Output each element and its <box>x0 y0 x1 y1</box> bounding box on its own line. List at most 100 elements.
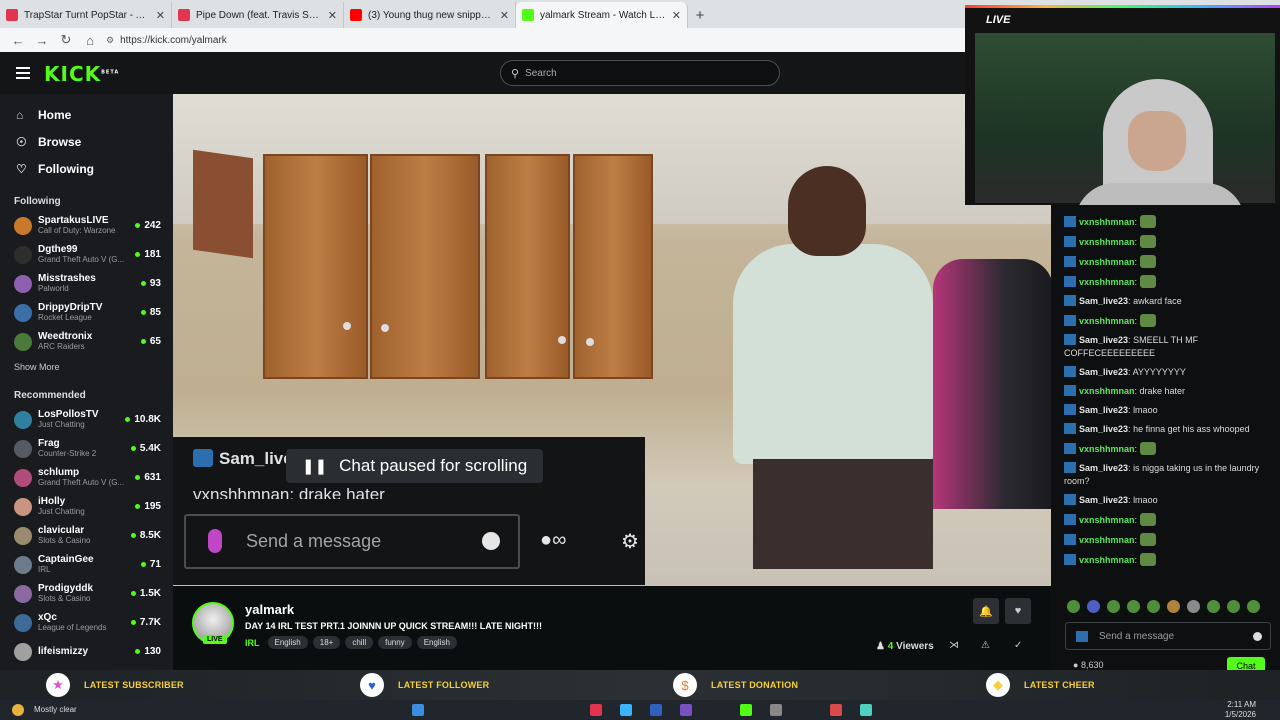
microphone-icon[interactable] <box>208 529 222 553</box>
notification-bell-button[interactable]: 🔔 <box>973 598 999 624</box>
chat-username[interactable]: vxnshhmnan <box>1079 257 1135 267</box>
category-link[interactable]: IRL <box>245 638 260 648</box>
home-icon[interactable]: ⌂ <box>78 33 102 48</box>
settings-gear-icon[interactable]: ⚙ <box>621 529 639 554</box>
chat-message: Sam_live23: lmaoo <box>1051 402 1280 421</box>
sidebar-channel[interactable]: clavicular Slots & Casino 8.5K <box>0 521 173 550</box>
chat-username[interactable]: Sam_live23 <box>1079 463 1128 473</box>
chat-username[interactable]: Sam_live23 <box>1079 367 1128 377</box>
chat-username[interactable]: Sam_live23 <box>1079 335 1128 345</box>
chat-username[interactable]: Sam_live23 <box>1079 495 1128 505</box>
site-info-icon[interactable]: ⚙ <box>106 35 114 46</box>
sidebar-channel[interactable]: LosPollosTV Just Chatting 10.8K <box>0 405 173 434</box>
chat-username[interactable]: vxnshhmnan <box>1079 555 1135 565</box>
sidebar-nav-home[interactable]: ⌂ Home <box>0 101 173 128</box>
sidebar-channel[interactable]: Misstrashes Palworld 93 <box>0 269 173 298</box>
chat-message-input[interactable]: Send a message <box>1065 622 1271 650</box>
taskbar-app-icon[interactable] <box>740 704 752 716</box>
taskbar-app-icon[interactable] <box>680 704 692 716</box>
browser-tab[interactable]: Pipe Down (feat. Travis Scott) - So ✕ <box>172 2 344 28</box>
show-more-link[interactable]: Show More <box>0 362 173 372</box>
browser-tab[interactable]: TrapStar Turnt PopStar - Album ✕ <box>0 2 172 28</box>
emote-icon[interactable] <box>1227 600 1240 613</box>
stream-tag[interactable]: chill <box>345 636 374 649</box>
taskbar-app-icon[interactable] <box>830 704 842 716</box>
emoji-icon[interactable] <box>1253 632 1262 641</box>
stream-tag[interactable]: English <box>416 636 457 649</box>
forward-icon[interactable]: → <box>30 33 54 48</box>
sidebar-nav-browse[interactable]: ☉ Browse <box>0 128 173 155</box>
menu-icon[interactable] <box>16 67 30 79</box>
emoji-icon[interactable] <box>482 532 500 550</box>
chat-username[interactable]: vxnshhmnan <box>1079 515 1135 525</box>
taskbar-app-icon[interactable] <box>860 704 872 716</box>
sidebar-channel[interactable]: schlump Grand Theft Auto V (G... 631 <box>0 463 173 492</box>
taskbar-app-icon[interactable] <box>620 704 632 716</box>
taskbar-app-icon[interactable] <box>770 704 782 716</box>
sidebar-channel[interactable]: iHolly Just Chatting 195 <box>0 492 173 521</box>
tab-close-icon[interactable]: ✕ <box>672 9 681 22</box>
sidebar-channel[interactable]: Dgthe99 Grand Theft Auto V (G... 181 <box>0 240 173 269</box>
sidebar-channel[interactable]: SpartakusLIVE Call of Duty: Warzone 242 <box>0 211 173 240</box>
tab-close-icon[interactable]: ✕ <box>328 9 337 22</box>
stream-tag[interactable]: English <box>267 636 308 649</box>
chat-username[interactable]: vxnshhmnan <box>1079 217 1135 227</box>
emote-icon[interactable] <box>1247 600 1260 613</box>
emote-icon[interactable] <box>1067 600 1080 613</box>
overlay-message-input[interactable]: Send a message <box>184 514 520 569</box>
kick-logo[interactable]: KICKBETA <box>44 62 119 86</box>
channel-category: Slots & Casino <box>38 536 91 545</box>
new-tab-button[interactable]: + <box>688 2 712 28</box>
chat-username[interactable]: vxnshhmnan <box>1079 444 1135 454</box>
channel-name[interactable]: yalmark <box>245 602 294 617</box>
system-clock[interactable]: 2:11 AM 1/5/2026 <box>1225 700 1256 720</box>
weather-icon[interactable] <box>12 704 24 716</box>
url-field[interactable]: ⚙ https://kick.com/yalmark <box>106 35 227 46</box>
follow-heart-button[interactable]: ♥ <box>1005 598 1031 624</box>
emote-icon[interactable] <box>1167 600 1180 613</box>
back-icon[interactable]: ← <box>6 33 30 48</box>
taskbar-app-icon[interactable] <box>590 704 602 716</box>
reload-icon[interactable]: ↻ <box>54 32 78 48</box>
emote-icon[interactable] <box>1107 600 1120 613</box>
sidebar-nav-following[interactable]: ♡ Following <box>0 155 173 182</box>
chat-paused-button[interactable]: ❚❚ Chat paused for scrolling <box>286 449 544 483</box>
sidebar-channel[interactable]: Frag Counter-Strike 2 5.4K <box>0 434 173 463</box>
sidebar-channel[interactable]: lifeismizzy 130 <box>0 637 173 666</box>
browser-tab[interactable]: (3) Young thug new snippet crazy ✕ <box>344 2 516 28</box>
sidebar-channel[interactable]: DrippyDripTV Rocket League 85 <box>0 298 173 327</box>
emote-icon[interactable] <box>1187 600 1200 613</box>
channel-points[interactable]: ● 8,630 <box>1073 660 1103 670</box>
chat-username[interactable]: Sam_live23 <box>1079 405 1128 415</box>
tab-close-icon[interactable]: ✕ <box>156 9 165 22</box>
search-input[interactable]: ⚲ Search <box>500 60 780 86</box>
emote-icon[interactable] <box>1127 600 1140 613</box>
stream-tag[interactable]: funny <box>378 636 412 649</box>
stream-tag[interactable]: 18+ <box>312 636 341 649</box>
sidebar-channel[interactable]: Weedtronix ARC Raiders 65 <box>0 327 173 356</box>
emote-icon[interactable] <box>1207 600 1220 613</box>
points-icon[interactable]: ●∞ <box>540 529 566 552</box>
emote-icon[interactable] <box>1087 600 1100 613</box>
sidebar-channel[interactable]: Prodigyddk Slots & Casino 1.5K <box>0 579 173 608</box>
gift-sub-icon[interactable]: ✓ <box>1014 640 1022 651</box>
chat-username[interactable]: vxnshhmnan <box>1079 386 1135 396</box>
tab-close-icon[interactable]: ✕ <box>500 9 509 22</box>
chat-separator: : <box>1134 237 1140 247</box>
channel-viewer-count: 93 <box>141 278 161 289</box>
chat-separator: : <box>1134 316 1140 326</box>
share-icon[interactable]: ⋊ <box>949 640 959 651</box>
sidebar-channel[interactable]: xQc League of Legends 7.7K <box>0 608 173 637</box>
chat-username[interactable]: vxnshhmnan <box>1079 316 1135 326</box>
taskbar-app-icon[interactable] <box>650 704 662 716</box>
start-icon[interactable] <box>412 704 424 716</box>
chat-username[interactable]: vxnshhmnan <box>1079 237 1135 247</box>
chat-username[interactable]: Sam_live23 <box>1079 296 1128 306</box>
sidebar-channel[interactable]: CaptainGee IRL 71 <box>0 550 173 579</box>
chat-username[interactable]: vxnshhmnan <box>1079 535 1135 545</box>
chat-username[interactable]: vxnshhmnan <box>1079 277 1135 287</box>
browser-tab[interactable]: yalmark Stream - Watch Live on K ✕ <box>516 2 688 28</box>
chat-username[interactable]: Sam_live23 <box>1079 424 1128 434</box>
report-icon[interactable]: ⚠ <box>981 640 990 651</box>
emote-icon[interactable] <box>1147 600 1160 613</box>
